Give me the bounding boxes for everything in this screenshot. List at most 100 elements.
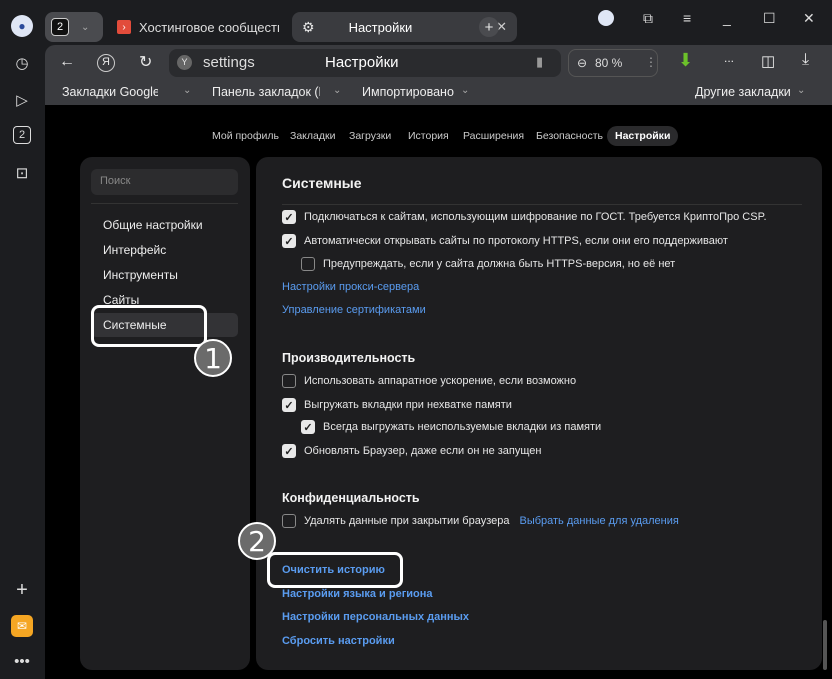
tab-label: Хостинговое сообщество <box>139 19 279 35</box>
nav-extensions[interactable]: Расширения <box>463 130 524 142</box>
https-checkbox[interactable]: ✓ Автоматически открывать сайты по проток… <box>282 234 728 248</box>
history-icon[interactable]: ◷ <box>11 52 33 74</box>
play-icon[interactable]: ▷ <box>11 89 33 111</box>
unload-always-checkbox[interactable]: ✓ Всегда выгружать неиспользуемые вкладки… <box>301 420 601 434</box>
bookmark-icon[interactable]: ▮ <box>536 54 543 70</box>
label: Удалять данные при закрытии браузера <box>304 515 510 527</box>
language-settings-link[interactable]: Настройки языка и региона <box>282 588 433 600</box>
section-title-privacy: Конфиденциальность <box>282 491 420 505</box>
reload-icon[interactable]: ↻ <box>139 52 152 72</box>
yandex-icon[interactable]: Я <box>97 54 115 72</box>
reader-icon[interactable]: ◫ <box>761 52 775 70</box>
more-extensions-button[interactable]: ... <box>724 51 734 65</box>
annotation-badge-1: 1 <box>194 339 232 377</box>
favicon-icon: › <box>117 20 131 34</box>
tab-strip: 2 ⌄ › Хостинговое сообщество ⚙ Настройки… <box>45 0 832 45</box>
more-icon[interactable]: ••• <box>11 650 33 672</box>
settings-sidebar <box>80 157 250 670</box>
label: Автоматически открывать сайты по протоко… <box>304 235 728 247</box>
close-window-icon[interactable]: ✕ <box>803 10 815 27</box>
toolbar: ← Я ↻ Y settings Настройки ▮ ⊖ 80 % ⋮ ⬇ … <box>45 45 832 81</box>
label: Всегда выгружать неиспользуемые вкладки … <box>323 421 602 433</box>
screenshot-icon[interactable]: ⊡ <box>11 162 33 184</box>
download-extension-icon[interactable]: ⬇ <box>678 50 693 71</box>
zoom-icon: ⊖ <box>577 56 588 70</box>
browser-sidepanel: ● ◷ ▷ 2 ⊡ + ✉ ••• <box>0 0 45 679</box>
url-text: settings <box>203 54 255 71</box>
chevron-down-icon: ⌄ <box>183 85 192 96</box>
hw-accel-checkbox[interactable]: Использовать аппаратное ускорение, если … <box>282 374 576 388</box>
scrollbar[interactable] <box>823 620 827 670</box>
proxy-settings-link[interactable]: Настройки прокси-сервера <box>282 281 419 293</box>
reset-settings-link[interactable]: Сбросить настройки <box>282 635 395 647</box>
chevron-down-icon: ⌄ <box>461 85 470 96</box>
collections-icon[interactable]: ⧉ <box>643 10 653 27</box>
label: Подключаться к сайтам, использующим шифр… <box>304 211 767 223</box>
tab-label: Настройки <box>348 19 413 35</box>
gear-icon: ⚙ <box>302 18 315 35</box>
check-icon: ✓ <box>282 444 296 458</box>
certificates-link[interactable]: Управление сертификатами <box>282 304 426 316</box>
zoom-level: 80 % <box>595 56 623 70</box>
menu-icon[interactable]: ≡ <box>683 10 691 26</box>
check-icon: ✓ <box>282 398 296 412</box>
nav-security[interactable]: Безопасность <box>536 130 603 142</box>
other-bookmarks[interactable]: Другие закладки <box>695 85 791 99</box>
bookmarks-bar: Закладки Google Ch ⌄ Панель закладок (Ed… <box>45 81 832 105</box>
zoom-control[interactable]: ⊖ 80 % ⋮ <box>568 49 658 77</box>
checkbox-empty <box>301 257 315 271</box>
kebab-icon[interactable]: ⋮ <box>645 55 657 69</box>
address-bar[interactable]: Y settings Настройки ▮ <box>169 49 561 77</box>
annotation-highlight-system <box>91 305 207 347</box>
bookmark-folder[interactable]: Закладки Google Ch <box>62 85 158 99</box>
label: Использовать аппаратное ускорение, если … <box>304 375 577 387</box>
mail-icon[interactable]: ✉ <box>11 615 33 637</box>
divider <box>282 204 802 205</box>
check-icon: ✓ <box>301 420 315 434</box>
section-title-performance: Производительность <box>282 351 416 365</box>
chevron-down-icon: ⌄ <box>81 21 90 33</box>
sidebar-item-general[interactable]: Общие настройки <box>103 218 203 232</box>
page-title-text: Настройки <box>325 54 399 71</box>
section-title-system: Системные <box>282 175 362 191</box>
https-warn-checkbox[interactable]: Предупреждать, если у сайта должна быть … <box>301 257 675 271</box>
unload-tabs-checkbox[interactable]: ✓ Выгружать вкладки при нехватке памяти <box>282 398 512 412</box>
minimize-icon[interactable]: _ <box>723 10 731 26</box>
label: Обновлять Браузер, даже если он не запущ… <box>304 445 542 457</box>
tab-count: 2 <box>51 18 69 36</box>
search-input[interactable]: Поиск <box>91 169 238 195</box>
nav-bookmarks[interactable]: Закладки <box>290 130 335 142</box>
nav-profile[interactable]: Мой профиль <box>212 130 279 142</box>
sidebar-item-tools[interactable]: Инструменты <box>103 268 178 282</box>
annotation-highlight-clear-history <box>267 552 403 588</box>
back-icon[interactable]: ← <box>59 53 75 71</box>
profile-avatar[interactable] <box>598 10 614 26</box>
check-icon: ✓ <box>282 210 296 224</box>
chevron-down-icon: ⌄ <box>797 85 806 96</box>
nav-history[interactable]: История <box>408 130 449 142</box>
tabs-count-icon[interactable]: 2 <box>13 126 31 144</box>
bookmark-folder[interactable]: Импортировано <box>362 85 454 99</box>
bookmark-folder[interactable]: Панель закладок (Ed <box>212 85 320 99</box>
alice-icon[interactable]: ● <box>11 15 33 37</box>
clear-on-close-checkbox[interactable]: Удалять данные при закрытии браузера Выбр… <box>282 514 679 528</box>
add-icon[interactable]: + <box>11 579 33 601</box>
check-icon: ✓ <box>282 234 296 248</box>
site-icon: Y <box>177 55 192 70</box>
sidebar-item-interface[interactable]: Интерфейс <box>103 243 166 257</box>
chevron-down-icon: ⌄ <box>333 85 342 96</box>
downloads-icon[interactable]: ⤓ <box>802 51 809 69</box>
choose-data-link[interactable]: Выбрать данные для удаления <box>519 515 678 527</box>
tab-group[interactable]: 2 ⌄ <box>45 12 103 42</box>
label: Выгружать вкладки при нехватке памяти <box>304 399 512 411</box>
update-checkbox[interactable]: ✓ Обновлять Браузер, даже если он не запу… <box>282 444 541 458</box>
gost-checkbox[interactable]: ✓ Подключаться к сайтам, использующим шиф… <box>282 210 767 224</box>
tab-hosting[interactable]: › Хостинговое сообщество <box>117 12 287 42</box>
nav-settings[interactable]: Настройки <box>607 126 679 146</box>
maximize-icon[interactable]: ☐ <box>763 10 776 27</box>
divider <box>91 203 238 204</box>
checkbox-empty <box>282 514 296 528</box>
personal-data-link[interactable]: Настройки персональных данных <box>282 611 469 623</box>
nav-downloads[interactable]: Загрузки <box>349 130 391 142</box>
new-tab-button[interactable]: + <box>479 17 499 37</box>
